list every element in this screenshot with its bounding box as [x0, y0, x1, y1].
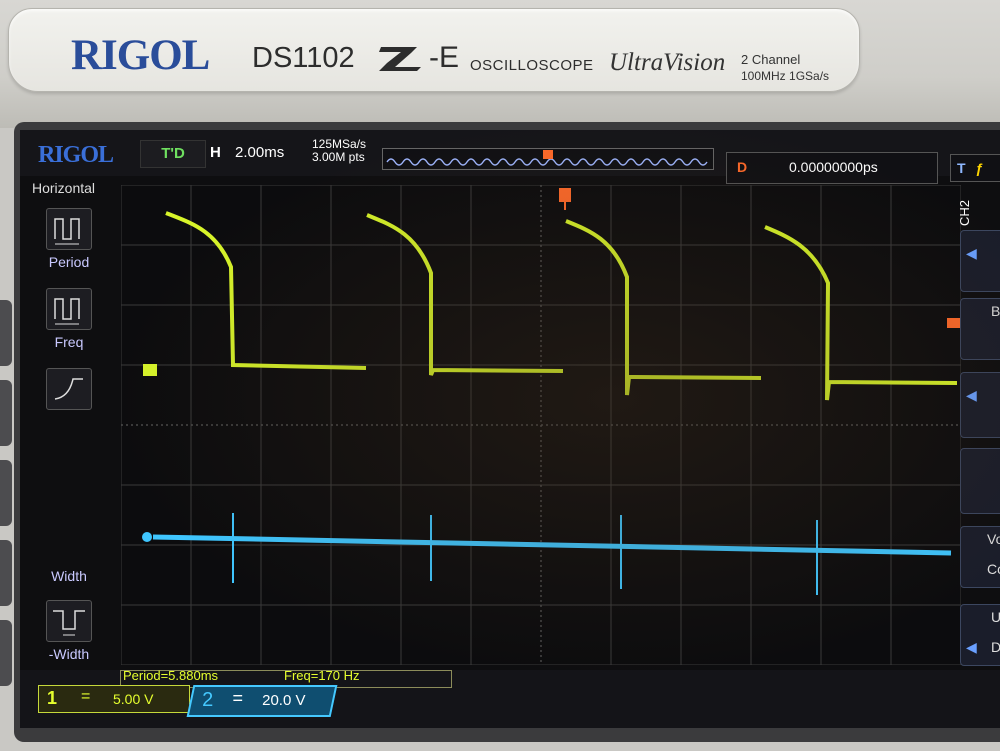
- menu-item-rise-time[interactable]: [34, 368, 104, 410]
- measurement-period: Period=5.880ms: [123, 668, 219, 683]
- screen-logo: RIGOL: [38, 142, 114, 168]
- brand-logo: RIGOL: [71, 32, 210, 79]
- ch2-ground-marker: [142, 532, 152, 542]
- status-bar: RIGOL T'D H 2.00ms 125MSa/s 3.00M pts D …: [20, 130, 1000, 184]
- rise-time-icon: [46, 368, 92, 410]
- side-button[interactable]: [0, 620, 12, 686]
- ch2-number: 2: [202, 689, 214, 711]
- run-state-indicator: T'D: [140, 140, 206, 168]
- oscilloscope-screen: RIGOL T'D H 2.00ms 125MSa/s 3.00M pts D …: [20, 130, 1000, 728]
- ch1-scale: 5.00 V: [113, 691, 154, 707]
- trigger-position-marker: [543, 150, 553, 159]
- horizontal-label: H: [210, 144, 221, 161]
- model-number: DS1102: [252, 42, 355, 74]
- memory-waveform-preview: [386, 150, 708, 166]
- ch1-ground-marker: [143, 364, 157, 376]
- right-menu-label-5: D: [991, 639, 1000, 655]
- spec-bandwidth: 100MHz 1GSa/s: [741, 69, 830, 83]
- menu-item-width[interactable]: Width: [34, 530, 104, 584]
- menu-item-period[interactable]: Period: [34, 208, 104, 270]
- time-base-value: 2.00ms: [235, 144, 285, 161]
- product-name: OSCILLOSCOPE: [470, 57, 594, 74]
- menu-label-width: Width: [51, 568, 87, 584]
- left-arrow-icon: ◀: [966, 639, 977, 655]
- right-menu-button-6[interactable]: U ◀ D: [960, 604, 1000, 666]
- trigger-delay-value: 0.00000000ps: [789, 159, 878, 175]
- left-arrow-icon: ◀: [966, 387, 977, 403]
- trigger-delay-box[interactable]: D 0.00000000ps: [726, 152, 938, 184]
- ch2-settings-badge[interactable]: 2 = 20.0 V: [186, 685, 338, 717]
- ch1-number: 1: [47, 688, 58, 708]
- negative-width-icon: [46, 600, 92, 642]
- ch1-coupling: =: [81, 688, 91, 705]
- waveform-display: [121, 185, 961, 665]
- trigger-type-label: T: [957, 160, 966, 176]
- menu-label-period: Period: [48, 254, 90, 270]
- sample-rate-readout: 125MSa/s 3.00M pts: [312, 138, 366, 164]
- left-arrow-icon: ◀: [966, 245, 977, 261]
- memory-position-bar: [382, 148, 714, 170]
- menu-item-negative-width[interactable]: -Width: [34, 600, 104, 662]
- menu-label-freq: Freq: [54, 334, 84, 350]
- period-icon: [46, 208, 92, 250]
- menu-item-freq[interactable]: Freq: [34, 288, 104, 350]
- right-menu-label-1: B: [991, 303, 1000, 319]
- right-menu-button-3[interactable]: ◀: [960, 372, 1000, 438]
- right-menu-button-2[interactable]: B: [960, 298, 1000, 360]
- ch2-coupling: =: [232, 688, 244, 708]
- model-label-strip: RIGOL DS1102 -E OSCILLOSCOPE UltraVision…: [8, 8, 860, 92]
- ch2-scale: 20.0 V: [262, 692, 306, 709]
- right-menu-button-1[interactable]: ◀: [960, 230, 1000, 292]
- ch1-settings-badge[interactable]: 1 = 5.00 V: [38, 685, 190, 713]
- side-button[interactable]: [0, 380, 12, 446]
- trigger-level-marker: [947, 318, 961, 328]
- trigger-type-indicator: T ƒ: [950, 154, 1000, 182]
- front-panel-bezel: RIGOL DS1102 -E OSCILLOSCOPE UltraVision…: [0, 0, 1000, 128]
- measurement-frequency: Freq=170 Hz: [284, 668, 360, 683]
- menu-title: Horizontal: [32, 180, 96, 196]
- memory-depth: 3.00M pts: [312, 150, 365, 164]
- spec-channels: 2 Channel: [741, 52, 801, 67]
- right-menu-label-4: U: [991, 609, 1000, 625]
- ultravision-logo: UltraVision: [609, 49, 726, 76]
- side-button[interactable]: [0, 460, 12, 526]
- series-z-logo: [379, 47, 421, 71]
- right-menu-button-5[interactable]: Vo Co: [960, 526, 1000, 588]
- side-button[interactable]: [0, 540, 12, 606]
- rising-edge-icon: ƒ: [975, 160, 984, 176]
- right-menu-label-2: Vo: [987, 531, 1000, 547]
- right-menu-label-3: Co: [987, 561, 1000, 577]
- ch2-side-label: CH2: [957, 199, 972, 226]
- frequency-icon: [46, 288, 92, 330]
- menu-label-negative-width: -Width: [48, 646, 90, 662]
- delay-label: D: [737, 159, 748, 175]
- series-suffix: -E: [429, 41, 459, 74]
- right-menu-button-4[interactable]: [960, 448, 1000, 514]
- side-button[interactable]: [0, 300, 12, 366]
